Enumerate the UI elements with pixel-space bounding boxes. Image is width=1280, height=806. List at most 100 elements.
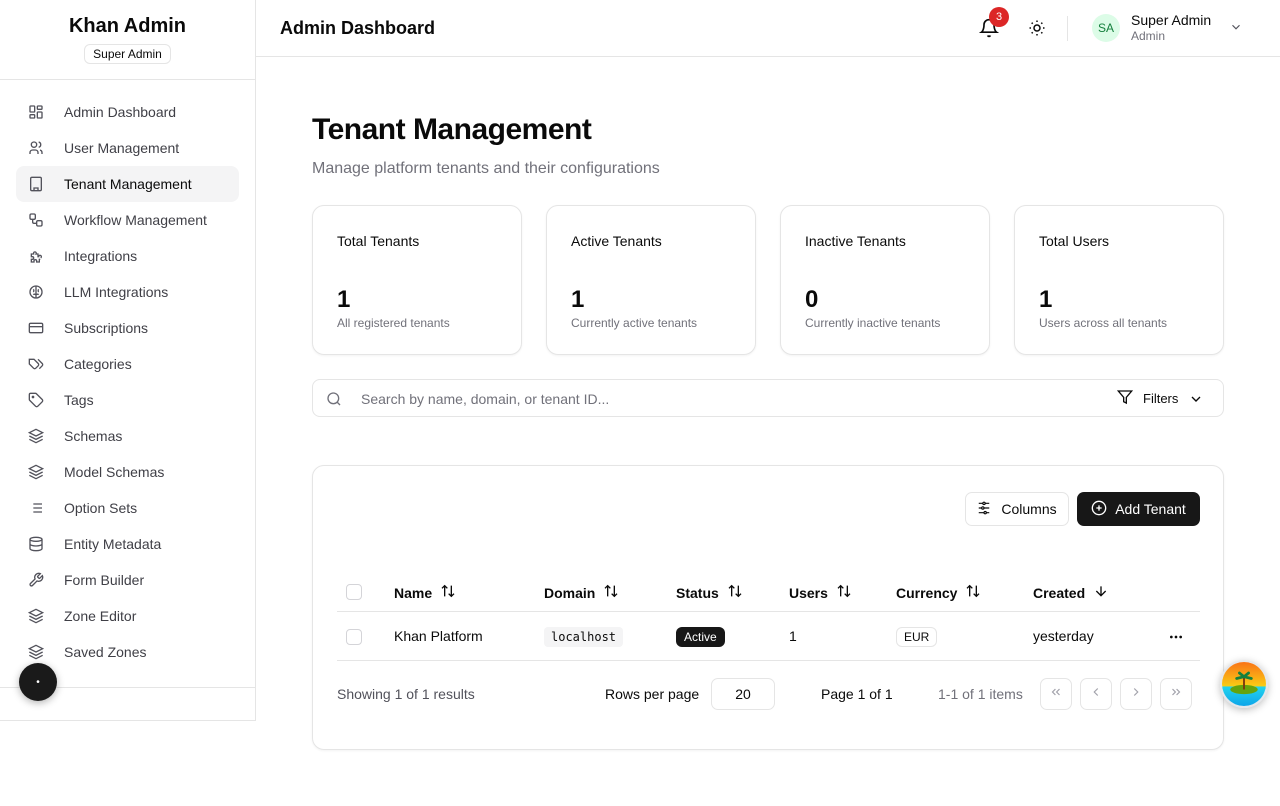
sidebar-item-label: Zone Editor [64,608,137,624]
sidebar-item-label: Schemas [64,428,123,444]
filters-label: Filters [1143,391,1179,406]
tenant-domain: localhost [544,627,624,647]
assistant-orb-button[interactable] [1220,660,1268,708]
layers-icon [28,464,44,480]
sidebar-item-saved-zones[interactable]: Saved Zones [16,634,239,670]
sun-icon[interactable] [1028,19,1046,37]
sort-icon [595,583,619,602]
first-page-button[interactable] [1040,678,1072,710]
sidebar-item-label: Model Schemas [64,464,165,480]
puzzle-icon [28,248,44,264]
sidebar-item-workflow-management[interactable]: Workflow Management [16,202,239,238]
sidebar-item-label: Workflow Management [64,212,207,228]
last-page-button[interactable] [1160,678,1192,710]
credit-card-icon [28,320,44,336]
sidebar-item-label: Categories [64,356,132,372]
avatar[interactable]: SA [1092,14,1120,42]
sidebar-item-form-builder[interactable]: Form Builder [16,562,239,598]
stat-value: 1 [337,286,351,313]
sidebar-item-user-management[interactable]: User Management [16,130,239,166]
stat-value: 0 [805,286,819,313]
brain-icon [28,284,44,300]
sidebar: Khan Admin Super Admin Admin Dashboard U… [0,0,256,721]
sidebar-item-label: Subscriptions [64,320,149,336]
stat-value: 1 [571,286,585,313]
sidebar-nav: Admin Dashboard User Management Tenant M… [0,80,255,670]
brand: Khan Admin Super Admin [0,0,255,80]
sidebar-item-tenant-management[interactable]: Tenant Management [16,166,239,202]
next-page-button[interactable] [1120,678,1152,710]
sidebar-item-entity-metadata[interactable]: Entity Metadata [16,526,239,562]
rows-per-page-select[interactable]: 20 [711,678,775,710]
filters-button[interactable]: Filters [1116,389,1204,408]
table-header: Name Domain Status Users Currency Create… [337,572,1200,612]
sidebar-item-label: Tags [64,392,94,408]
stat-description: Users across all tenants [1039,316,1168,330]
header-divider [1067,16,1068,41]
tenant-name[interactable]: Khan Platform [394,628,483,644]
column-header-domain[interactable]: Domain [544,583,619,602]
stat-label: Active Tenants [571,233,662,249]
add-tenant-button[interactable]: Add Tenant [1077,492,1200,526]
status-badge: Active [676,627,725,647]
stat-description: Currently active tenants [571,316,698,330]
island-icon [1222,662,1266,706]
sidebar-item-llm-integrations[interactable]: LLM Integrations [16,274,239,310]
page-subtitle: Manage platform tenants and their config… [312,160,660,177]
sidebar-item-categories[interactable]: Categories [16,346,239,382]
wrench-icon [28,572,44,588]
select-all-checkbox[interactable] [346,584,362,600]
column-header-label: Name [394,584,433,601]
dashboard-icon [28,104,44,120]
sidebar-item-integrations[interactable]: Integrations [16,238,239,274]
column-header-label: Domain [544,584,596,601]
more-horizontal-icon[interactable] [1168,629,1184,645]
column-header-label: Currency [896,584,958,601]
column-header-status[interactable]: Status [676,583,743,602]
sidebar-item-tags[interactable]: Tags [16,382,239,418]
table-row[interactable]: Khan Platform localhost Active 1 EUR yes… [337,613,1200,661]
chevron-down-icon[interactable] [1229,20,1243,34]
search-input[interactable] [361,388,1101,410]
sidebar-item-option-sets[interactable]: Option Sets [16,490,239,526]
floating-action-button[interactable]: • [19,663,57,701]
brand-title: Khan Admin [68,15,187,37]
top-header: Admin Dashboard 3 SA Super Admin Admin [256,0,1280,57]
chevrons-right-icon [1169,685,1183,704]
chevrons-left-icon [1049,685,1063,704]
sidebar-item-subscriptions[interactable]: Subscriptions [16,310,239,346]
columns-button[interactable]: Columns [965,492,1069,526]
tenants-table-card: Columns Add Tenant Name Domain Status Us… [312,465,1224,750]
sidebar-item-label: Entity Metadata [64,536,162,552]
column-header-name[interactable]: Name [394,583,456,602]
column-header-currency[interactable]: Currency [896,583,981,602]
user-name[interactable]: Super Admin [1131,12,1211,28]
stat-description: All registered tenants [337,316,450,330]
chevron-right-icon [1129,685,1143,704]
tag-icon [28,392,44,408]
sidebar-item-admin-dashboard[interactable]: Admin Dashboard [16,94,239,130]
previous-page-button[interactable] [1080,678,1112,710]
sidebar-item-schemas[interactable]: Schemas [16,418,239,454]
currency-badge: EUR [896,627,938,647]
rows-per-page-label: Rows per page [605,686,700,702]
sidebar-item-label: Saved Zones [64,644,147,660]
plus-circle-icon [1091,500,1115,519]
stat-label: Inactive Tenants [805,233,906,249]
sort-icon [828,583,852,602]
column-header-label: Users [789,584,828,601]
stat-description: Currently inactive tenants [805,316,941,330]
sidebar-item-model-schemas[interactable]: Model Schemas [16,454,239,490]
column-header-users[interactable]: Users [789,583,852,602]
page-indicator: Page 1 of 1 [821,686,893,702]
column-header-created[interactable]: Created [1033,583,1109,602]
sidebar-item-zone-editor[interactable]: Zone Editor [16,598,239,634]
sort-icon [957,583,981,602]
stat-label: Total Tenants [337,233,420,249]
users-icon [28,140,44,156]
stat-card-total-tenants: Total Tenants 1 All registered tenants [312,205,522,355]
sidebar-item-label: Admin Dashboard [64,104,177,120]
arrow-down-icon [1085,583,1109,602]
row-checkbox[interactable] [346,629,362,645]
items-range: 1-1 of 1 items [938,686,1023,702]
